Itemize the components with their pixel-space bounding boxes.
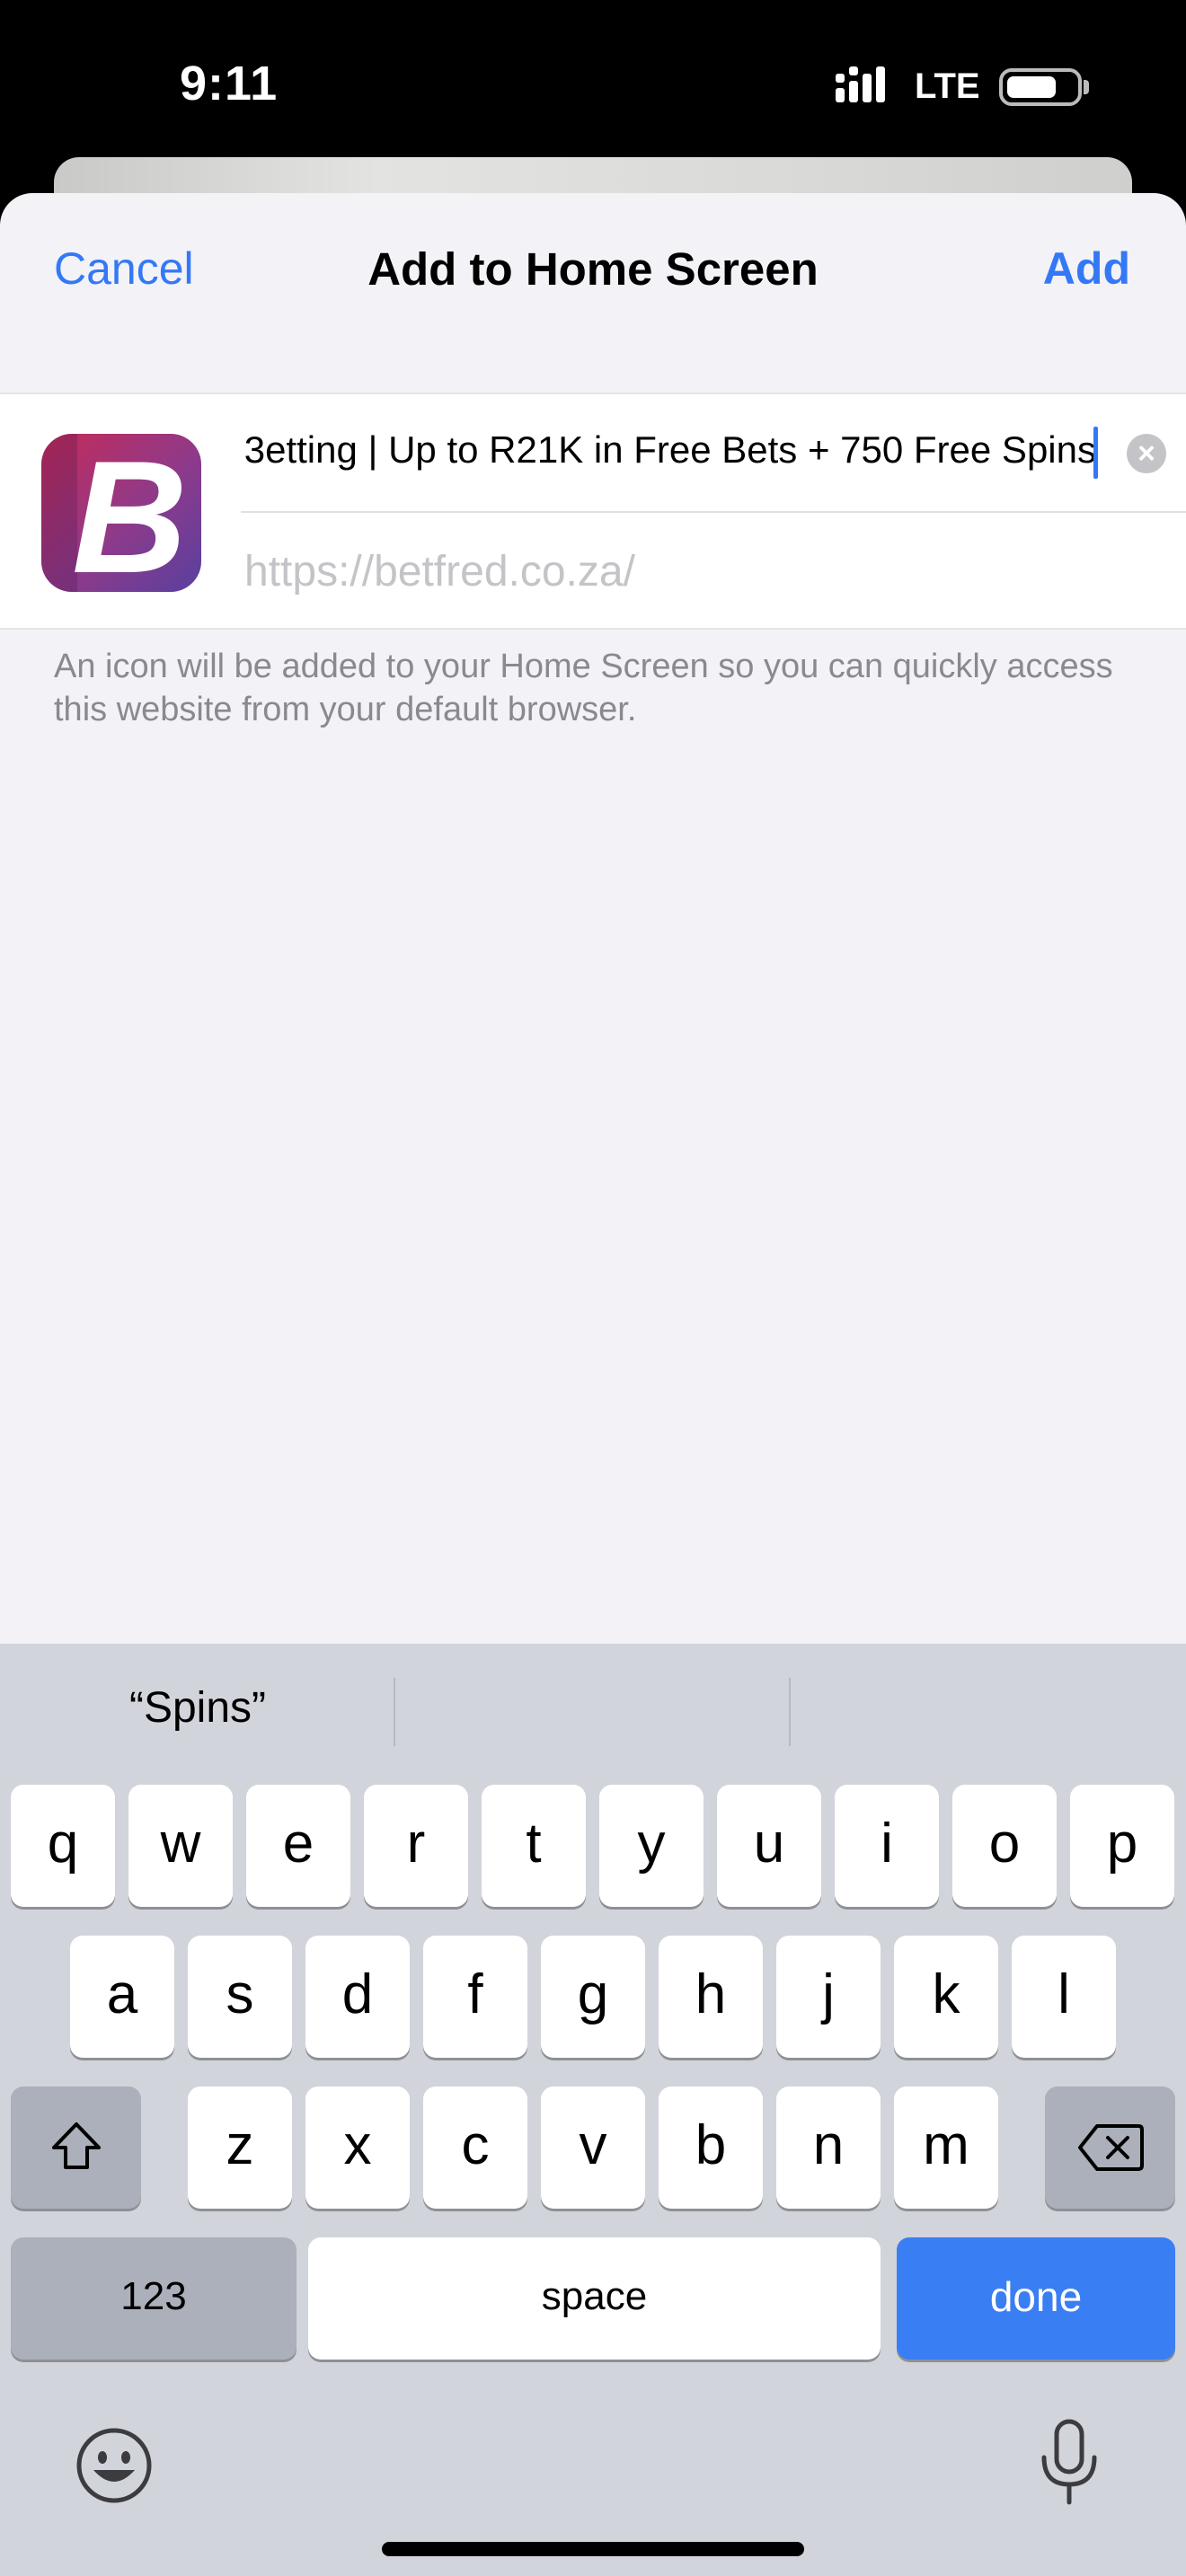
key-g[interactable]: g <box>541 1936 645 2058</box>
key-q[interactable]: q <box>11 1785 115 1907</box>
add-button[interactable]: Add <box>1043 243 1130 295</box>
key-e[interactable]: e <box>246 1785 350 1907</box>
suggestion-divider <box>394 1678 395 1746</box>
key-v[interactable]: v <box>541 2086 645 2209</box>
status-time: 9:11 <box>180 57 279 110</box>
key-w[interactable]: w <box>128 1785 233 1907</box>
shift-icon <box>51 2122 101 2169</box>
add-to-home-sheet: Cancel Add to Home Screen Add B 3etting … <box>0 193 1186 1644</box>
title-input-text: 3etting | Up to R21K in Free Bets + 750 … <box>243 428 1096 471</box>
key-h[interactable]: h <box>659 1936 763 2058</box>
site-icon: B <box>41 434 201 592</box>
done-key[interactable]: done <box>897 2237 1175 2360</box>
key-i[interactable]: i <box>835 1785 939 1907</box>
numbers-key[interactable]: 123 <box>11 2237 296 2360</box>
bookmark-card: B 3etting | Up to R21K in Free Bets + 75… <box>0 393 1186 630</box>
key-m[interactable]: m <box>894 2086 998 2209</box>
key-r[interactable]: r <box>364 1785 468 1907</box>
key-j[interactable]: j <box>776 1936 881 2058</box>
title-field[interactable]: 3etting | Up to R21K in Free Bets + 750 … <box>241 394 1186 513</box>
keyboard: “Spins” q w e r t y u i o p a s d f g h … <box>0 1644 1186 2576</box>
sheet-title: Add to Home Screen <box>367 243 819 295</box>
key-b[interactable]: b <box>659 2086 763 2209</box>
key-f[interactable]: f <box>423 1936 527 2058</box>
hint-text: An icon will be added to your Home Scree… <box>54 648 1113 728</box>
key-s[interactable]: s <box>188 1936 292 2058</box>
text-caret <box>1093 427 1098 479</box>
suggestion-bar: “Spins” <box>0 1644 1186 1778</box>
signal-icon <box>836 66 885 102</box>
suggestion-divider <box>789 1678 791 1746</box>
key-c[interactable]: c <box>423 2086 527 2209</box>
key-a[interactable]: a <box>70 1936 174 2058</box>
suggestion-1[interactable]: “Spins” <box>0 1683 395 1733</box>
emoji-icon[interactable] <box>74 2425 155 2506</box>
key-x[interactable]: x <box>305 2086 410 2209</box>
key-n[interactable]: n <box>776 2086 881 2209</box>
key-d[interactable]: d <box>305 1936 410 2058</box>
backspace-icon <box>1077 2124 1144 2171</box>
clear-text-icon[interactable]: × <box>1127 434 1166 473</box>
key-o[interactable]: o <box>952 1785 1057 1907</box>
url-field: https://betfred.co.za/ <box>244 548 635 595</box>
key-y[interactable]: y <box>599 1785 704 1907</box>
key-l[interactable]: l <box>1012 1936 1116 2058</box>
key-p[interactable]: p <box>1070 1785 1174 1907</box>
key-u[interactable]: u <box>717 1785 821 1907</box>
key-t[interactable]: t <box>482 1785 586 1907</box>
network-type: LTE <box>915 66 980 106</box>
microphone-icon[interactable] <box>1033 2418 1105 2508</box>
status-bar: 9:11 LTE <box>0 0 1186 162</box>
space-key[interactable]: space <box>308 2237 881 2360</box>
home-indicator <box>382 2542 804 2556</box>
site-icon-letter: B <box>72 434 188 592</box>
shift-key[interactable] <box>11 2086 141 2209</box>
key-z[interactable]: z <box>188 2086 292 2209</box>
backspace-key[interactable] <box>1045 2086 1175 2209</box>
battery-cap <box>1084 80 1089 94</box>
battery-icon <box>999 68 1082 106</box>
key-k[interactable]: k <box>894 1936 998 2058</box>
